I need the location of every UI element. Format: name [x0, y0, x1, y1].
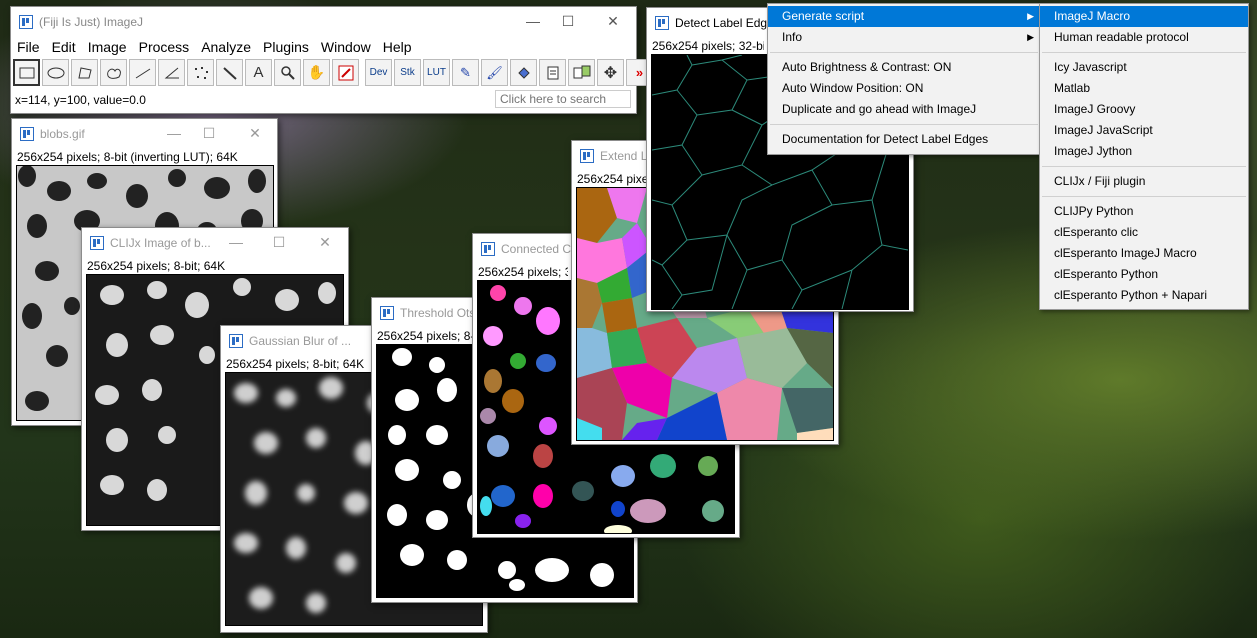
status-text: x=114, y=100, value=0.0 [15, 93, 146, 107]
flood-fill-icon[interactable] [510, 59, 537, 86]
submenu-icy-javascript[interactable]: Icy Javascript [1040, 57, 1248, 78]
window-app-icon [90, 236, 104, 250]
window-app-icon [380, 306, 394, 320]
pencil-icon[interactable]: ✎ [452, 59, 479, 86]
submenu-clesperanto-python[interactable]: clEsperanto Python [1040, 264, 1248, 285]
window-tool-icon[interactable] [568, 59, 595, 86]
blobs-titlebar[interactable]: blobs.gif — ☐ ✕ [12, 119, 277, 149]
rectangle-tool-icon[interactable] [13, 59, 40, 86]
minimize-icon[interactable]: — [519, 11, 547, 31]
window-title: Gaussian Blur of ... [249, 334, 352, 348]
color-picker-icon[interactable] [332, 59, 359, 86]
close-icon[interactable]: ✕ [599, 11, 627, 31]
menu-separator [1042, 52, 1246, 53]
submenu-clesperanto-clic[interactable]: clEsperanto clic [1040, 222, 1248, 243]
oval-tool-icon[interactable] [42, 59, 69, 86]
magnifier-icon[interactable] [274, 59, 301, 86]
submenu-arrow-icon: ▶ [1027, 11, 1034, 21]
window-app-icon [580, 149, 594, 163]
menu-help[interactable]: Help [377, 37, 418, 57]
image-info: 256x254 pixels; 32-bit; 256K [478, 265, 568, 279]
submenu-clijx-fiji-plugin[interactable]: CLIJx / Fiji plugin [1040, 171, 1248, 192]
menu-file[interactable]: File [11, 37, 46, 57]
submenu-imagej-jython[interactable]: ImageJ Jython [1040, 141, 1248, 162]
window-title: Detect Label Edg... [675, 16, 767, 30]
close-icon[interactable]: ✕ [311, 232, 339, 252]
hand-tool-icon[interactable]: ✋ [303, 59, 330, 86]
window-title: CLIJx Image of b... [110, 236, 211, 250]
image-info: 256x254 pixels; 32-bit; 256K [652, 39, 764, 53]
multipoint-tool-icon[interactable] [187, 59, 214, 86]
imagej-app-icon [19, 15, 33, 29]
menu-duplicate[interactable]: Duplicate and go ahead with ImageJ [768, 99, 1040, 120]
menu-info[interactable]: Info ▶ [768, 27, 1040, 48]
minimize-icon[interactable]: — [160, 123, 188, 143]
menu-separator [770, 52, 1038, 53]
window-app-icon [481, 242, 495, 256]
menu-generate-script[interactable]: Generate script ▶ [768, 6, 1040, 27]
window-app-icon [229, 334, 243, 348]
menu-bar: File Edit Image Process Analyze Plugins … [11, 37, 418, 57]
context-menu: Generate script ▶ Info ▶ Auto Brightness &… [767, 3, 1041, 155]
menu-separator [1042, 166, 1246, 167]
image-info: 256x254 pixels; 8-bit; 64K [87, 259, 226, 273]
line-tool-icon[interactable] [129, 59, 156, 86]
menu-image[interactable]: Image [82, 37, 133, 57]
window-title: Connected Co... [501, 242, 571, 256]
menu-documentation[interactable]: Documentation for Detect Label Edges [768, 129, 1040, 150]
menu-separator [770, 124, 1038, 125]
menu-edit[interactable]: Edit [46, 37, 82, 57]
submenu-clesperanto-imagej-macro[interactable]: clEsperanto ImageJ Macro [1040, 243, 1248, 264]
menu-auto-brightness[interactable]: Auto Brightness & Contrast: ON [768, 57, 1040, 78]
menu-plugins[interactable]: Plugins [257, 37, 315, 57]
submenu-clijpy-python[interactable]: CLIJPy Python [1040, 201, 1248, 222]
wand-tool-icon[interactable] [216, 59, 243, 86]
generate-script-submenu: ImageJ Macro Human readable protocol Icy… [1039, 3, 1249, 310]
menu-window[interactable]: Window [315, 37, 377, 57]
close-icon[interactable]: ✕ [241, 123, 269, 143]
maximize-icon[interactable]: ☐ [265, 232, 293, 252]
stk-menu-button[interactable]: Stk [394, 59, 421, 86]
imagej-titlebar[interactable]: (Fiji Is Just) ImageJ — ☐ ✕ [11, 7, 636, 37]
clijx-titlebar[interactable]: CLIJx Image of b... — ☐ ✕ [82, 228, 348, 258]
lut-menu-button[interactable]: LUT [423, 59, 450, 86]
menu-item-label: Info [782, 30, 803, 44]
window-title: blobs.gif [40, 127, 85, 141]
image-info: 256x254 pixels; 32-bit; 256K [577, 172, 647, 186]
move-arrows-icon[interactable]: ✥ [597, 59, 624, 86]
freehand-tool-icon[interactable] [100, 59, 127, 86]
paintbrush-icon[interactable]: 🖌 [481, 59, 508, 86]
maximize-icon[interactable]: ☐ [554, 11, 582, 31]
maximize-icon[interactable]: ☐ [195, 123, 223, 143]
image-info: 256x254 pixels; 8-bit (inverting LUT); 6… [17, 150, 238, 164]
window-title: Extend Labels... [600, 149, 648, 163]
polygon-tool-icon[interactable] [71, 59, 98, 86]
window-title: (Fiji Is Just) ImageJ [39, 15, 144, 29]
dev-menu-button[interactable]: Dev [365, 59, 392, 86]
toolbar: A ✋ Dev Stk LUT ✎ 🖌 ✥ » [13, 59, 655, 91]
submenu-arrow-icon: ▶ [1027, 32, 1034, 42]
submenu-clesperanto-python-napari[interactable]: clEsperanto Python + Napari [1040, 285, 1248, 306]
search-input[interactable] [495, 90, 631, 108]
minimize-icon[interactable]: — [222, 232, 250, 252]
submenu-matlab[interactable]: Matlab [1040, 78, 1248, 99]
menu-item-label: Generate script [782, 9, 865, 23]
script-tool-icon[interactable] [539, 59, 566, 86]
menu-auto-window-position[interactable]: Auto Window Position: ON [768, 78, 1040, 99]
submenu-human-readable[interactable]: Human readable protocol [1040, 27, 1248, 48]
submenu-imagej-macro[interactable]: ImageJ Macro [1040, 6, 1248, 27]
window-app-icon [655, 16, 669, 30]
text-tool-icon[interactable]: A [245, 59, 272, 86]
menu-separator [1042, 196, 1246, 197]
window-app-icon [20, 127, 34, 141]
submenu-imagej-groovy[interactable]: ImageJ Groovy [1040, 99, 1248, 120]
angle-tool-icon[interactable] [158, 59, 185, 86]
window-title: Threshold Otsu ... [400, 306, 475, 320]
submenu-imagej-javascript[interactable]: ImageJ JavaScript [1040, 120, 1248, 141]
menu-analyze[interactable]: Analyze [195, 37, 257, 57]
menu-process[interactable]: Process [133, 37, 196, 57]
imagej-main-window: (Fiji Is Just) ImageJ — ☐ ✕ File Edit Im… [10, 6, 653, 114]
